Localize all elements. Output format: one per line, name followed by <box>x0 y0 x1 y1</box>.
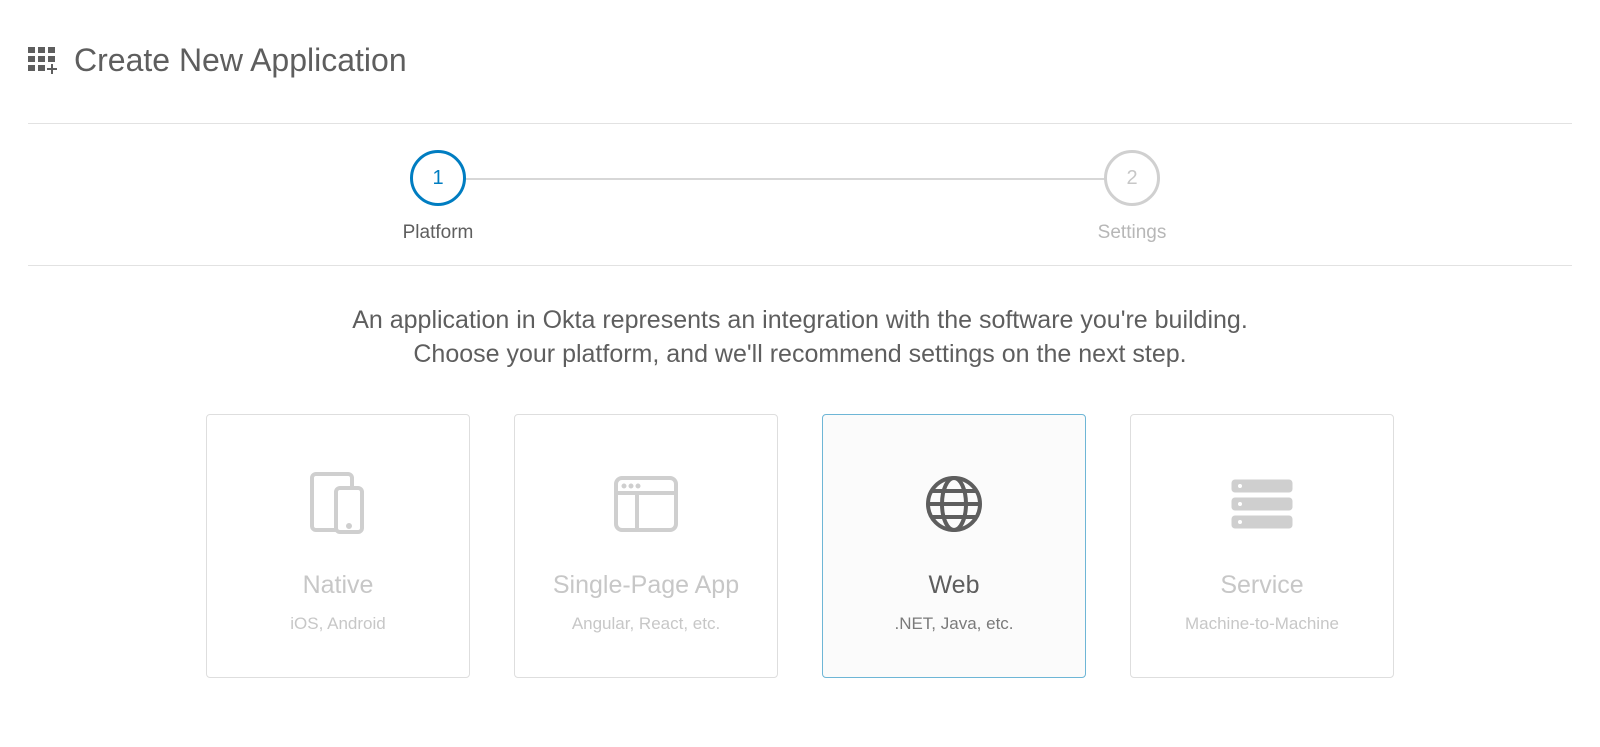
server-stack-icon <box>1226 457 1298 551</box>
platform-card-title: Native <box>303 571 374 600</box>
step-label: Platform <box>378 222 498 244</box>
page-title: Create New Application <box>74 42 407 79</box>
platform-card-subtitle: iOS, Android <box>290 614 385 634</box>
platform-card-service[interactable]: Service Machine-to-Machine <box>1130 414 1394 678</box>
platform-card-spa[interactable]: Single-Page App Angular, React, etc. <box>514 414 778 678</box>
globe-icon <box>924 457 984 551</box>
page-header: Create New Application <box>28 42 1572 124</box>
platform-card-subtitle: Machine-to-Machine <box>1185 614 1339 634</box>
intro-text: An application in Okta represents an int… <box>28 266 1572 414</box>
step-number-badge: 2 <box>1104 150 1160 206</box>
native-devices-icon <box>302 457 374 551</box>
intro-line-2: Choose your platform, and we'll recommen… <box>413 340 1186 368</box>
platform-card-title: Web <box>929 571 980 600</box>
platform-card-title: Single-Page App <box>553 571 739 600</box>
platform-card-subtitle: Angular, React, etc. <box>572 614 720 634</box>
app-grid-add-icon <box>28 47 60 75</box>
stepper-track <box>458 178 1142 180</box>
platform-card-title: Service <box>1220 571 1303 600</box>
step-number-badge: 1 <box>410 150 466 206</box>
platform-card-web[interactable]: Web .NET, Java, etc. <box>822 414 1086 678</box>
step-label: Settings <box>1072 222 1192 244</box>
platform-card-subtitle: .NET, Java, etc. <box>894 614 1013 634</box>
step-settings[interactable]: 2 Settings <box>1072 150 1192 244</box>
wizard-stepper: 1 Platform 2 Settings <box>28 124 1572 266</box>
intro-line-1: An application in Okta represents an int… <box>352 306 1248 334</box>
step-platform[interactable]: 1 Platform <box>378 150 498 244</box>
platform-card-native[interactable]: Native iOS, Android <box>206 414 470 678</box>
browser-window-icon <box>613 457 679 551</box>
platform-card-row: Native iOS, Android Single-Page App Angu… <box>28 414 1572 678</box>
